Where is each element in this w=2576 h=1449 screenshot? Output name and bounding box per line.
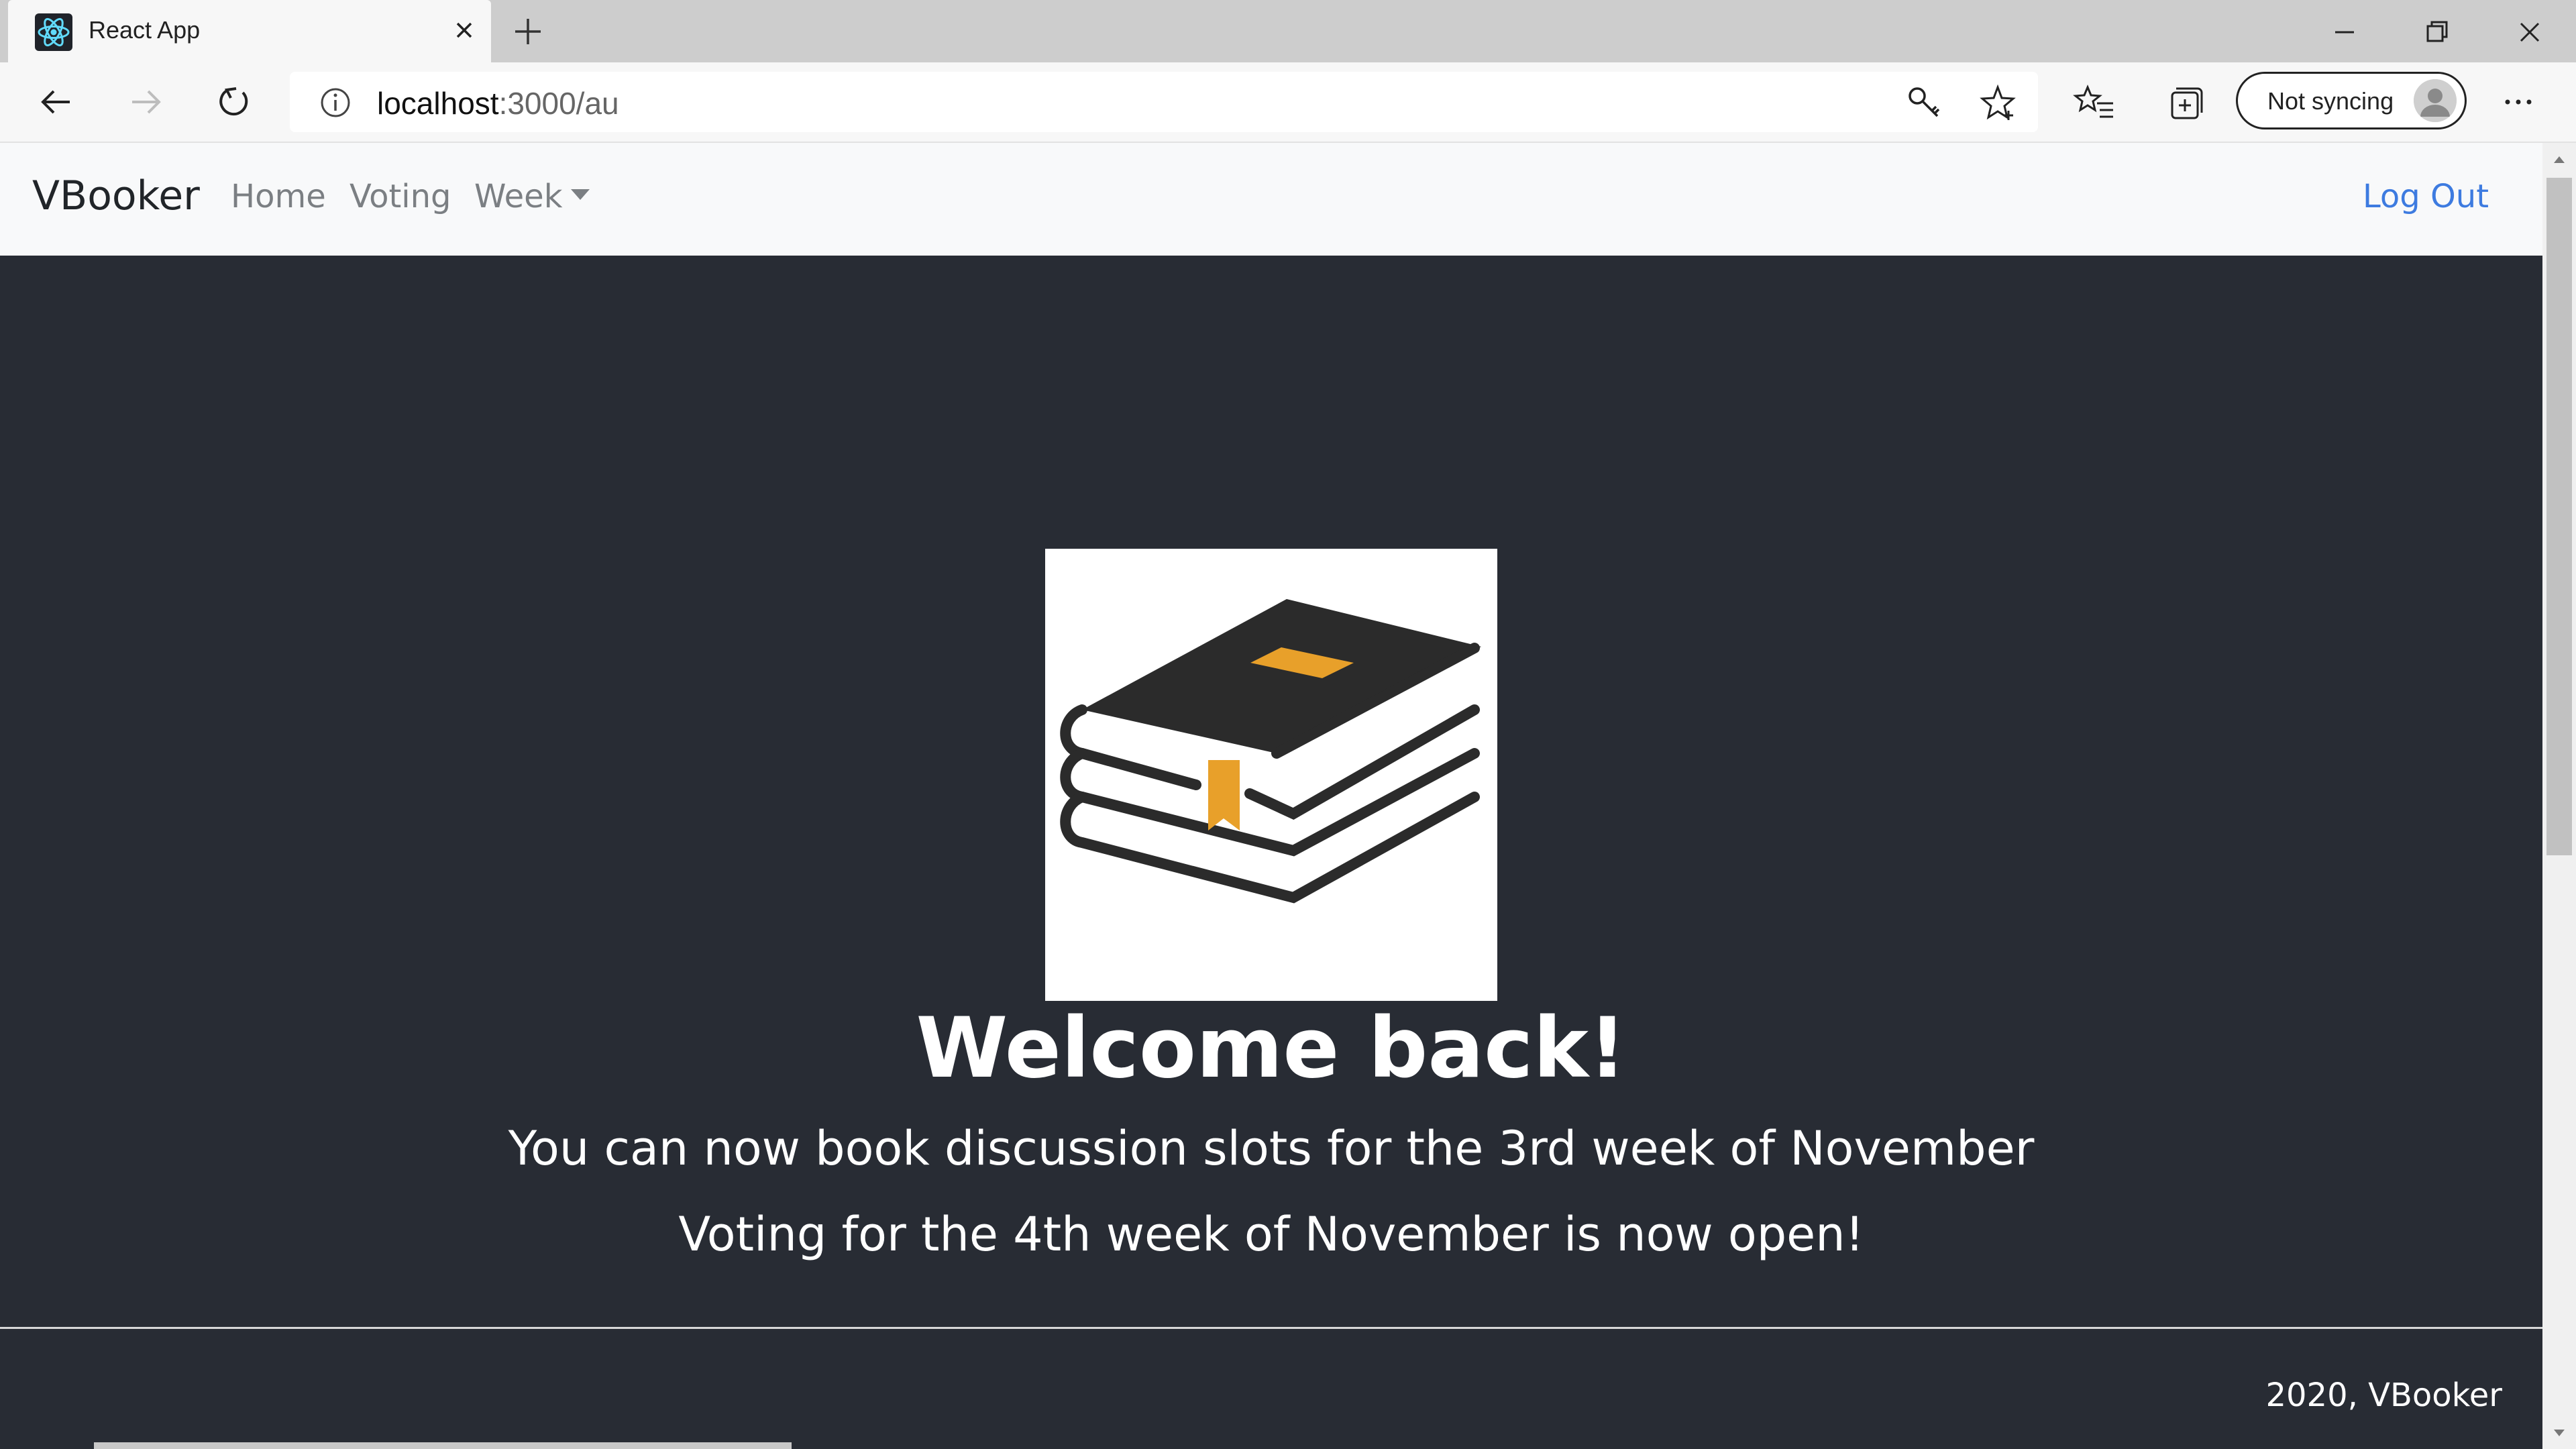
more-icon[interactable] <box>2497 80 2540 123</box>
scroll-up-icon[interactable] <box>2549 150 2569 170</box>
app-navbar: VBooker Home Voting Week Log Out <box>0 143 2542 256</box>
footer-divider <box>0 1327 2542 1329</box>
favorites-icon[interactable] <box>2073 80 2116 123</box>
react-icon <box>35 13 72 51</box>
refresh-icon[interactable] <box>212 80 255 123</box>
footer: 2020, VBooker <box>0 1330 2542 1449</box>
booking-message: You can now book discussion slots for th… <box>508 1121 2035 1176</box>
books-logo <box>1045 549 1497 1001</box>
close-icon[interactable] <box>447 13 481 47</box>
forward-arrow-icon[interactable] <box>124 80 167 123</box>
copyright-text: 2020, VBooker <box>2265 1377 2502 1414</box>
collections-icon[interactable] <box>2163 80 2206 123</box>
key-icon[interactable] <box>1902 81 1945 124</box>
scroll-thumb[interactable] <box>2546 178 2572 855</box>
logout-link[interactable]: Log Out <box>2363 178 2489 215</box>
vertical-scrollbar[interactable] <box>2542 143 2576 1449</box>
nav-week-dropdown[interactable]: Week <box>474 178 590 215</box>
voting-message: Voting for the 4th week of November is n… <box>678 1207 1864 1262</box>
sync-button[interactable]: Not syncing <box>2236 72 2467 129</box>
back-arrow-icon[interactable] <box>35 80 78 123</box>
browser-tab[interactable]: React App <box>8 0 491 62</box>
nav-voting-link[interactable]: Voting <box>350 178 451 215</box>
restore-icon[interactable] <box>2417 12 2457 52</box>
plus-icon[interactable] <box>510 13 546 50</box>
scroll-down-icon[interactable] <box>2549 1423 2569 1443</box>
window-close-icon[interactable] <box>2510 12 2550 52</box>
minimize-icon[interactable] <box>2324 12 2365 52</box>
books-stack-icon <box>1060 599 1481 904</box>
url-text[interactable]: localhost:3000/au <box>377 85 619 121</box>
address-bar[interactable]: localhost:3000/au <box>290 72 2038 132</box>
url-path: :3000/au <box>498 86 619 121</box>
sync-label: Not syncing <box>2267 87 2394 115</box>
nav-home-link[interactable]: Home <box>231 178 326 215</box>
brand-logo[interactable]: VBooker <box>32 172 200 219</box>
url-host: localhost <box>377 86 499 121</box>
horizontal-scroll-thumb[interactable] <box>94 1442 792 1449</box>
main-content: Welcome back! You can now book discussio… <box>0 256 2542 1329</box>
browser-toolbar: localhost:3000/au Not syncing <box>0 62 2576 143</box>
tab-strip: React App <box>0 0 2576 62</box>
nav-week-label: Week <box>474 178 563 215</box>
welcome-heading: Welcome back! <box>916 1000 1627 1097</box>
info-icon[interactable] <box>314 81 357 124</box>
star-icon[interactable] <box>1976 81 2019 124</box>
tab-title: React App <box>89 16 201 44</box>
user-icon <box>2414 79 2457 122</box>
caret-down-icon <box>570 189 590 200</box>
